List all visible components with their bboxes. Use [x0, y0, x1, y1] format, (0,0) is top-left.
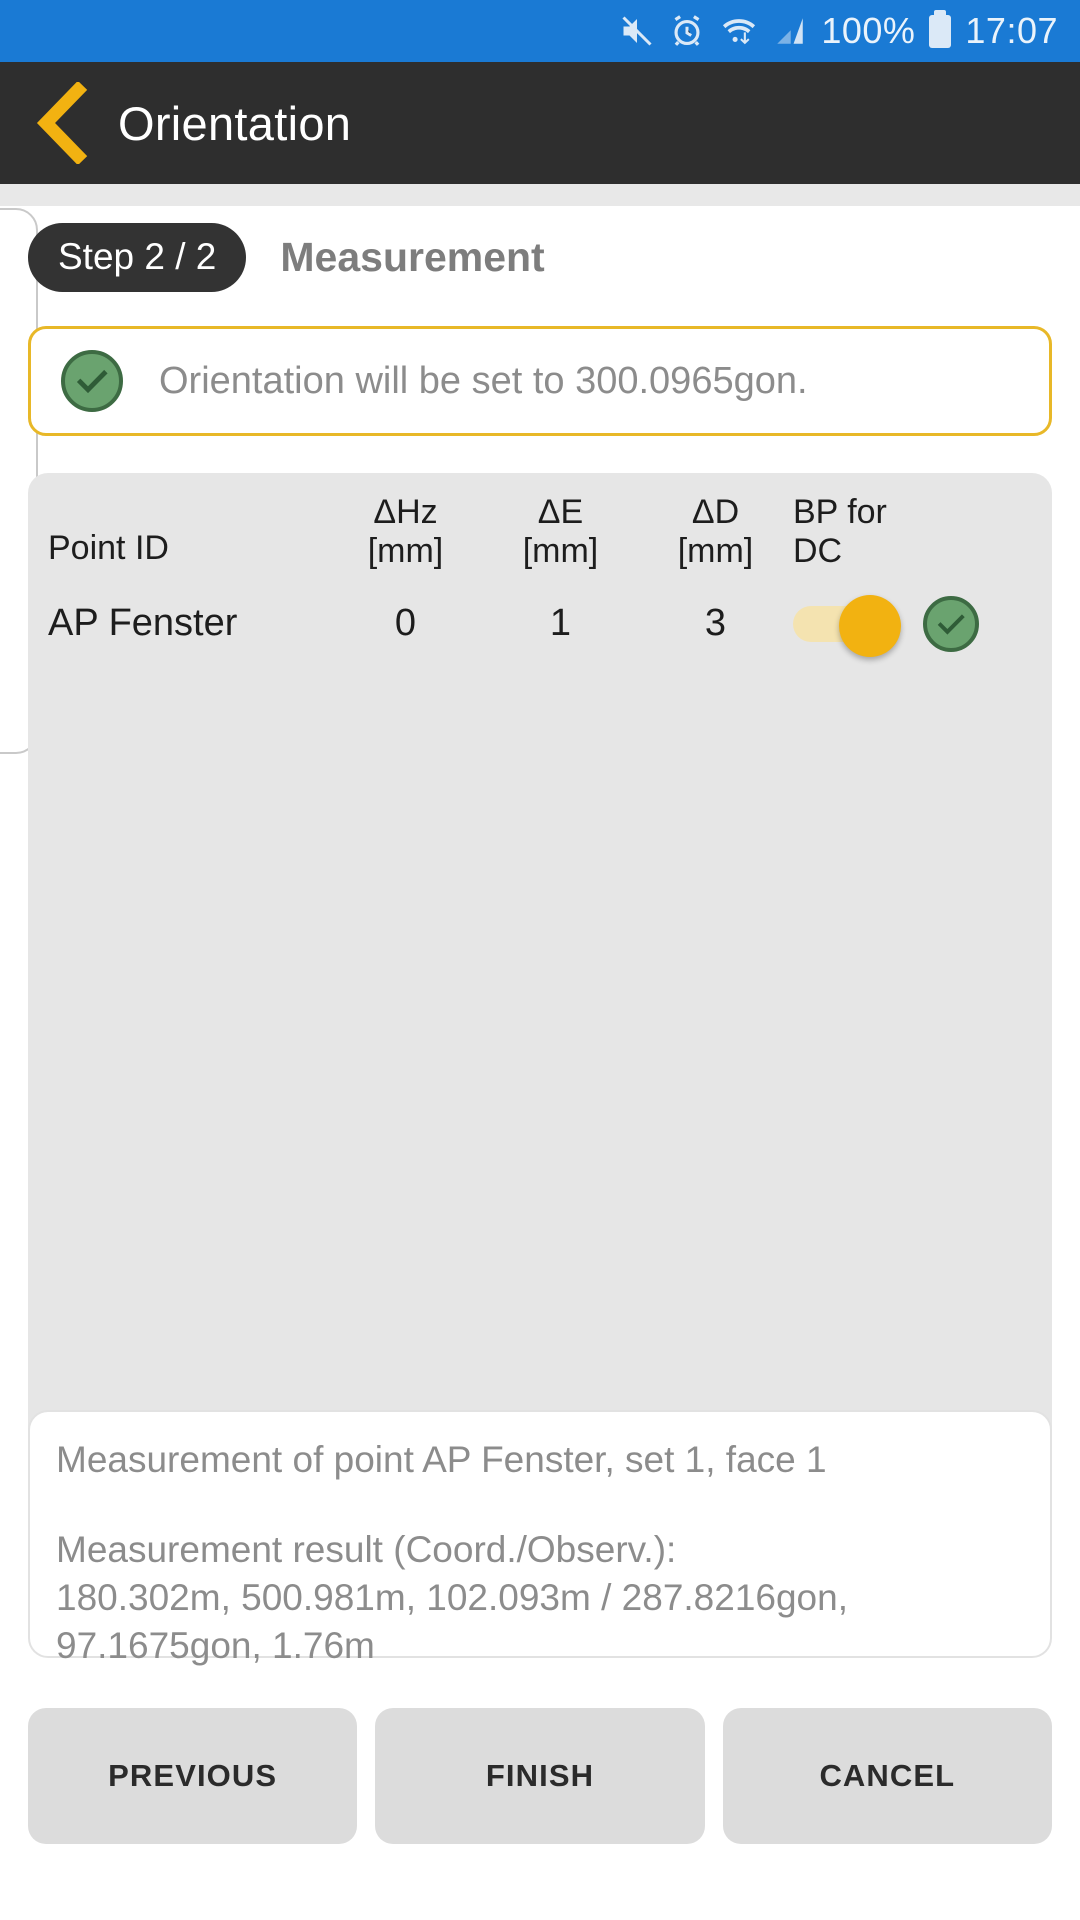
chevron-left-icon: [36, 82, 88, 164]
step-badge: Step 2 / 2: [28, 222, 247, 292]
cell-bp-for-dc: [793, 594, 1013, 657]
app-screen: 100% 17:07 Orientation Step 2 / 2 Measur…: [0, 0, 1080, 1920]
status-bar: 100% 17:07: [0, 0, 1080, 62]
back-button[interactable]: [0, 62, 118, 184]
battery-icon: [929, 9, 952, 48]
header-delta-d: ΔD [mm]: [638, 493, 793, 572]
mute-icon: [619, 13, 655, 49]
step-title: Measurement: [280, 233, 545, 280]
info-line-result-label: Measurement result (Coord./Observ.):: [56, 1529, 677, 1571]
header-delta-e-top: ΔE: [537, 493, 584, 531]
cell-delta-e: 1: [549, 602, 572, 645]
content-area: Step 2 / 2 Measurement Orientation will …: [0, 184, 1080, 1920]
cell-delta-d: 3: [704, 602, 727, 645]
alarm-icon: [669, 13, 705, 49]
measurement-info-card: Measurement of point AP Fenster, set 1, …: [28, 1410, 1052, 1666]
table-header-row: Point ID ΔHz [mm] ΔE [mm] ΔD [mm] BP for…: [28, 473, 1052, 580]
header-point-id: Point ID: [48, 529, 169, 567]
row-check-circle-icon: [923, 595, 979, 652]
clock-label: 17:07: [965, 10, 1058, 51]
header-delta-d-unit: [mm]: [677, 532, 754, 571]
previous-button[interactable]: PREVIOUS: [28, 1708, 358, 1844]
measurement-table: Point ID ΔHz [mm] ΔE [mm] ΔD [mm] BP for…: [28, 473, 1052, 1573]
info-line-point: Measurement of point AP Fenster, set 1, …: [56, 1439, 827, 1480]
top-divider-strip: [0, 184, 1080, 206]
header-bp-bottom: DC: [793, 532, 843, 571]
header-delta-e: ΔE [mm]: [483, 493, 638, 572]
signal-icon: [773, 14, 807, 48]
finish-button[interactable]: FINISH: [375, 1708, 705, 1844]
header-delta-e-unit: [mm]: [522, 532, 599, 571]
cell-delta-hz: 0: [394, 602, 417, 645]
info-line-result-values-2: 97.1675gon, 1.76m: [56, 1625, 375, 1667]
header-bp-for-dc: BP for DC: [793, 493, 1013, 572]
cancel-button[interactable]: CANCEL: [722, 1708, 1052, 1844]
header-delta-d-top: ΔD: [691, 493, 740, 531]
toggle-knob: [839, 594, 901, 657]
page-title: Orientation: [118, 96, 352, 150]
bp-toggle-switch[interactable]: [793, 594, 901, 657]
header-delta-hz-unit: [mm]: [367, 532, 444, 571]
table-row[interactable]: AP Fenster 0 1 3: [28, 580, 1052, 660]
app-bar: Orientation: [0, 62, 1080, 184]
orientation-notice-banner: Orientation will be set to 300.0965gon.: [28, 326, 1052, 436]
check-circle-icon: [61, 350, 123, 412]
info-line-result-values-1: 180.302m, 500.981m, 102.093m / 287.8216g…: [56, 1577, 848, 1619]
step-header: Step 2 / 2 Measurement: [28, 222, 1028, 292]
action-button-row: PREVIOUS FINISH CANCEL: [0, 1708, 1080, 1844]
wifi-icon: [719, 13, 759, 49]
battery-percent-label: 100%: [821, 10, 916, 51]
header-bp-top: BP for: [793, 493, 887, 531]
header-delta-hz-top: ΔHz: [373, 493, 438, 531]
orientation-notice-text: Orientation will be set to 300.0965gon.: [159, 359, 808, 402]
cell-point-id: AP Fenster: [48, 602, 238, 645]
header-delta-hz: ΔHz [mm]: [328, 493, 483, 572]
